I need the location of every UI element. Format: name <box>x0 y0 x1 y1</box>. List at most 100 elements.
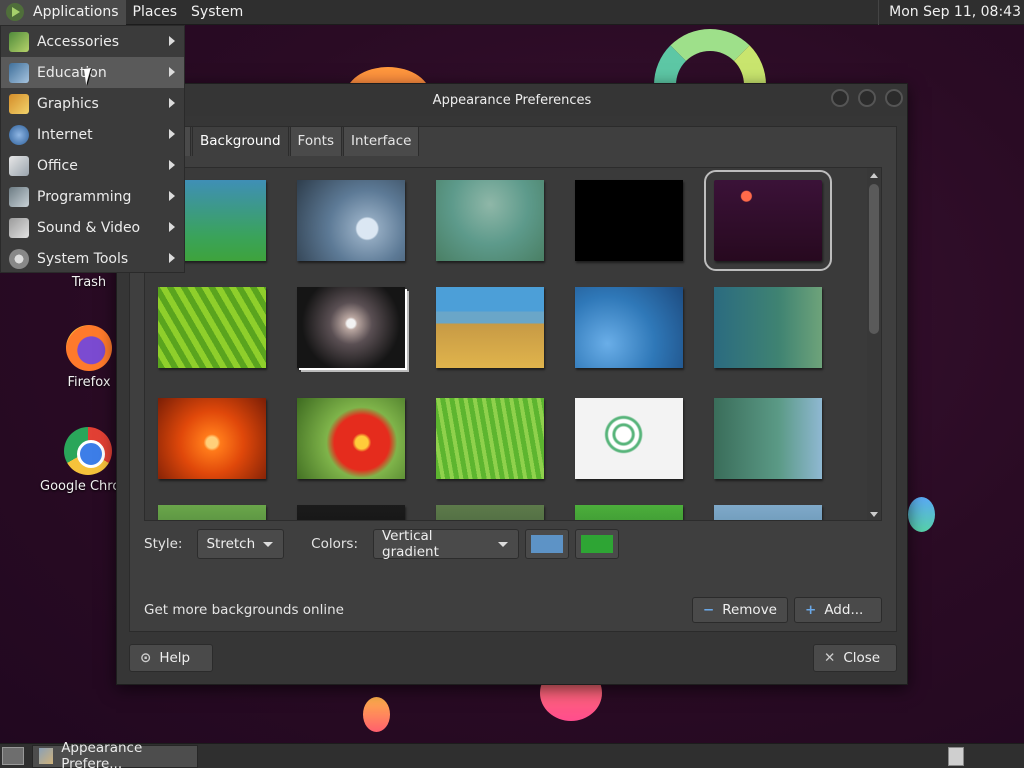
applications-label: Applications <box>33 4 119 20</box>
wallpaper-soft-green-blur[interactable] <box>436 180 544 261</box>
app-menu-item-graphics[interactable]: Graphics <box>1 88 184 119</box>
wallpaper-green-grass[interactable] <box>436 398 544 479</box>
tab-fonts[interactable]: Fonts <box>289 126 342 156</box>
top-panel: Applications Places System Mon Sep 11, 0… <box>0 0 1024 25</box>
appearance-preferences-dialog: Appearance Preferences Background Fonts In… <box>116 83 908 685</box>
app-menu-item-internet[interactable]: Internet <box>1 119 184 150</box>
wallpaper-partial-4[interactable] <box>575 505 683 520</box>
tab-background[interactable]: Background <box>192 126 289 156</box>
chrome-icon <box>64 427 112 475</box>
wallpaper-white-logo[interactable] <box>575 398 683 479</box>
system-menu[interactable]: System <box>184 0 250 25</box>
chrome-label: Google Chro <box>40 479 121 494</box>
app-menu-item-system-tools[interactable]: System Tools <box>1 243 184 274</box>
scroll-thumb[interactable] <box>869 184 879 334</box>
add-label: Add... <box>824 602 864 618</box>
tab-interface[interactable]: Interface <box>342 126 420 156</box>
secondary-color-button[interactable] <box>575 529 619 559</box>
wallpaper-partial-2[interactable] <box>297 505 405 520</box>
colors-value: Vertical gradient <box>382 528 439 560</box>
applications-dropdown: Accessories Education Graphics Internet Offi… <box>0 25 185 273</box>
app-menu-item-programming[interactable]: Programming <box>1 181 184 212</box>
close-button[interactable]: ✕ Close <box>813 644 897 672</box>
submenu-arrow-icon <box>169 129 175 139</box>
plus-icon: + <box>805 602 817 618</box>
taskbar-button-appearance[interactable]: Appearance Prefere... <box>32 740 198 768</box>
scroll-up-icon[interactable] <box>870 173 878 178</box>
secondary-color-swatch <box>581 535 613 553</box>
background-controls: Style: Stretch Colors: Vertical gradient <box>144 528 882 560</box>
app-menu-item-label: Office <box>37 157 78 174</box>
sound-video-icon <box>9 217 29 238</box>
accessories-icon <box>9 31 29 52</box>
office-icon <box>9 155 29 176</box>
maximize-button[interactable] <box>858 89 876 107</box>
wallpaper-spiral-galaxy[interactable] <box>297 287 405 368</box>
show-desktop-icon[interactable] <box>2 747 24 765</box>
help-button[interactable]: ⊙ Help <box>129 644 213 672</box>
wallpaper-partial-3[interactable] <box>436 505 544 520</box>
submenu-arrow-icon <box>169 222 175 232</box>
wallpaper-partial-1[interactable] <box>158 505 266 520</box>
wallpaper-gallery <box>144 167 882 521</box>
minimize-button[interactable] <box>831 89 849 107</box>
dialog-title: Appearance Preferences <box>432 92 592 108</box>
wallpaper-teal-wave[interactable] <box>714 398 822 479</box>
minus-icon: − <box>702 602 715 618</box>
wallpaper-arch-prism[interactable] <box>575 180 683 261</box>
app-menu-item-label: System Tools <box>37 250 129 267</box>
submenu-arrow-icon <box>169 36 175 46</box>
places-menu[interactable]: Places <box>126 0 185 25</box>
workspace-switcher[interactable] <box>948 746 964 766</box>
close-label: Close <box>843 650 881 666</box>
close-window-button[interactable] <box>885 89 903 107</box>
wallpaper-green-leaf[interactable] <box>158 287 266 368</box>
add-button[interactable]: + Add... <box>794 597 882 623</box>
style-label: Style: <box>144 536 183 552</box>
app-menu-item-accessories[interactable]: Accessories <box>1 26 184 57</box>
dialog-footer: ⊙ Help ✕ Close <box>129 642 897 672</box>
wallpaper-orange-flower[interactable] <box>158 398 266 479</box>
get-more-backgrounds-link[interactable]: Get more backgrounds online <box>144 602 344 618</box>
panel-clock[interactable]: Mon Sep 11, 08:43 <box>878 0 1024 25</box>
colors-label: Colors: <box>311 536 358 552</box>
help-label: Help <box>159 650 191 666</box>
submenu-arrow-icon <box>169 191 175 201</box>
app-menu-item-label: Sound & Video <box>37 219 141 236</box>
app-menu-item-label: Internet <box>37 126 93 143</box>
colors-select[interactable]: Vertical gradient <box>373 528 519 560</box>
dropdown-arrow-icon <box>263 541 274 547</box>
primary-color-button[interactable] <box>525 529 569 559</box>
wallpaper-teal-bokeh[interactable] <box>714 287 822 368</box>
submenu-arrow-icon <box>169 253 175 263</box>
wallpaper-water-drop[interactable] <box>297 180 405 261</box>
window-buttons <box>831 89 903 107</box>
education-icon <box>9 62 29 83</box>
style-value: Stretch <box>206 536 256 552</box>
app-menu-item-label: Graphics <box>37 95 99 112</box>
app-menu-item-office[interactable]: Office <box>1 150 184 181</box>
wallpaper-red-flower[interactable] <box>297 398 405 479</box>
style-select[interactable]: Stretch <box>197 529 285 559</box>
wallpaper-blue-water[interactable] <box>575 287 683 368</box>
help-icon: ⊙ <box>140 650 152 666</box>
wallpaper-wheat-field[interactable] <box>436 287 544 368</box>
scroll-down-icon[interactable] <box>870 512 878 517</box>
gallery-scrollbar[interactable] <box>867 168 881 520</box>
applications-menu-button[interactable]: Applications <box>0 0 126 25</box>
remove-button[interactable]: − Remove <box>691 597 788 623</box>
wallpaper-grid <box>145 168 867 520</box>
app-menu-item-label: Accessories <box>37 33 120 50</box>
desktop-icon-chrome[interactable]: Google Chro <box>34 427 124 494</box>
dialog-titlebar[interactable]: Appearance Preferences <box>117 84 907 116</box>
wallpaper-partial-5[interactable] <box>714 505 822 520</box>
distro-logo-icon <box>6 3 24 21</box>
primary-color-swatch <box>531 535 563 553</box>
app-menu-item-sound-video[interactable]: Sound & Video <box>1 212 184 243</box>
appearance-app-icon <box>39 748 54 764</box>
submenu-arrow-icon <box>169 67 175 77</box>
firefox-icon <box>66 325 112 371</box>
wallpaper-purple-rocket[interactable] <box>704 170 832 271</box>
close-icon: ✕ <box>824 650 836 666</box>
internet-icon <box>9 124 29 145</box>
